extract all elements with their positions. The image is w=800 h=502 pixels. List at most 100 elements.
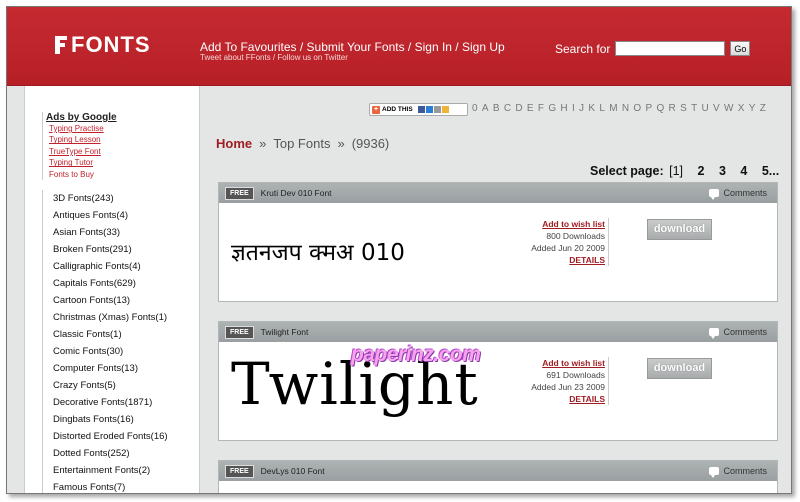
- comment-bubble-icon: [709, 467, 720, 478]
- alphabet-link[interactable]: B: [493, 103, 500, 114]
- alphabet-link[interactable]: N: [622, 103, 630, 114]
- comment-bubble-icon: [709, 189, 720, 200]
- font-card-header: FREE DevLys 010 Font Comments: [219, 461, 777, 481]
- category-link[interactable]: Famous Fonts(7): [53, 479, 168, 493]
- added-date: Added Jun 20 2009: [531, 243, 605, 253]
- main-content: + ADD THIS 0ABCDEFGHIJKLMNOPQRSTUVWXYZ H…: [202, 86, 791, 493]
- tweet-link[interactable]: Tweet about FFonts: [200, 53, 271, 62]
- wish-list-link[interactable]: Add to wish list: [542, 358, 605, 368]
- top-nav: Add To Favourites / Submit Your Fonts / …: [200, 40, 505, 54]
- breadcrumb-separator: »: [337, 136, 345, 151]
- alphabet-link[interactable]: F: [538, 103, 544, 114]
- download-button[interactable]: download: [647, 219, 712, 240]
- pager-link[interactable]: 2: [698, 164, 705, 178]
- ad-link[interactable]: Typing Tutor: [49, 157, 117, 168]
- alphabet-link[interactable]: L: [599, 103, 605, 114]
- alphabet-link[interactable]: V: [713, 103, 720, 114]
- font-name[interactable]: Kruti Dev 010 Font: [261, 188, 332, 198]
- category-link[interactable]: Dingbats Fonts(16): [53, 411, 168, 428]
- alphabet-link[interactable]: X: [738, 103, 745, 114]
- alphabet-link[interactable]: A: [482, 103, 489, 114]
- alphabet-link[interactable]: D: [515, 103, 523, 114]
- category-link[interactable]: Christmas (Xmas) Fonts(1): [53, 309, 168, 326]
- sidebar: Ads by Google Typing Practise Typing Les…: [24, 86, 200, 493]
- follow-twitter-link[interactable]: Follow us on Twitter: [277, 53, 348, 62]
- added-date: Added Jun 23 2009: [531, 382, 605, 392]
- ads-title[interactable]: Ads by Google: [46, 112, 117, 123]
- addthis-label: ADD THIS: [382, 106, 413, 113]
- comments-link[interactable]: Comments: [709, 466, 767, 478]
- font-name[interactable]: Twilight Font: [261, 327, 309, 337]
- category-link[interactable]: Cartoon Fonts(13): [53, 292, 168, 309]
- details-link[interactable]: DETAILS: [569, 255, 605, 265]
- category-link[interactable]: Capitals Fonts(629): [53, 275, 168, 292]
- alphabet-link[interactable]: P: [645, 103, 652, 114]
- alphabet-link[interactable]: H: [560, 103, 568, 114]
- pager-link[interactable]: 3: [719, 164, 726, 178]
- category-link[interactable]: Crazy Fonts(5): [53, 377, 168, 394]
- alphabet-link[interactable]: S: [680, 103, 687, 114]
- pager-link[interactable]: 4: [740, 164, 747, 178]
- alphabet-link[interactable]: E: [527, 103, 534, 114]
- alphabet-link[interactable]: W: [724, 103, 734, 114]
- sign-in-link[interactable]: Sign In: [415, 40, 452, 54]
- category-link[interactable]: Distorted Eroded Fonts(16): [53, 428, 168, 445]
- alphabet-link[interactable]: I: [572, 103, 575, 114]
- alphabet-link[interactable]: Y: [749, 103, 756, 114]
- font-name[interactable]: DevLys 010 Font: [261, 466, 325, 476]
- category-link[interactable]: Computer Fonts(13): [53, 360, 168, 377]
- browser-page: FONTS Add To Favourites / Submit Your Fo…: [6, 6, 792, 494]
- font-preview[interactable]: ज्ञतनजप क्मअ 010: [231, 235, 405, 267]
- breadcrumb-section[interactable]: Top Fonts: [273, 136, 330, 151]
- pager-link[interactable]: 5...: [762, 164, 779, 178]
- alphabet-link[interactable]: T: [691, 103, 697, 114]
- search-input[interactable]: [615, 41, 726, 56]
- addthis-button[interactable]: + ADD THIS: [369, 103, 468, 116]
- alphabet-link[interactable]: M: [609, 103, 618, 114]
- ad-link[interactable]: Typing Lesson: [49, 134, 117, 145]
- watermark: paperinz.com: [351, 343, 481, 366]
- alphabet-link[interactable]: Q: [656, 103, 664, 114]
- category-link[interactable]: 3D Fonts(243): [53, 190, 168, 207]
- download-button[interactable]: download: [647, 358, 712, 379]
- category-link[interactable]: Calligraphic Fonts(4): [53, 258, 168, 275]
- alphabet-link[interactable]: G: [548, 103, 556, 114]
- site-logo[interactable]: FONTS: [55, 32, 151, 58]
- ad-link[interactable]: TrueType Font: [49, 146, 117, 157]
- sign-up-link[interactable]: Sign Up: [462, 40, 505, 54]
- alphabet-link[interactable]: O: [633, 103, 641, 114]
- alphabet-nav: 0ABCDEFGHIJKLMNOPQRSTUVWXYZ: [472, 103, 770, 114]
- category-link[interactable]: Asian Fonts(33): [53, 224, 168, 241]
- submit-fonts-link[interactable]: Submit Your Fonts: [307, 40, 405, 54]
- star-icon: [441, 106, 449, 113]
- wish-list-link[interactable]: Add to wish list: [542, 219, 605, 229]
- alphabet-link[interactable]: 0: [472, 103, 478, 114]
- category-link[interactable]: Antiques Fonts(4): [53, 207, 168, 224]
- comments-link[interactable]: Comments: [709, 188, 767, 200]
- ad-link[interactable]: Typing Practise: [49, 123, 117, 134]
- alphabet-link[interactable]: J: [579, 103, 584, 114]
- category-link[interactable]: Decorative Fonts(1871): [53, 394, 168, 411]
- category-link[interactable]: Dotted Fonts(252): [53, 445, 168, 462]
- details-link[interactable]: DETAILS: [569, 394, 605, 404]
- pager-label: Select page:: [590, 164, 664, 178]
- alphabet-link[interactable]: R: [669, 103, 677, 114]
- alphabet-link[interactable]: K: [588, 103, 595, 114]
- comments-label: Comments: [723, 188, 767, 198]
- font-card-header: FREE Twilight Font Comments: [219, 322, 777, 342]
- comments-link[interactable]: Comments: [709, 327, 767, 339]
- go-button[interactable]: Go: [730, 41, 751, 56]
- alphabet-link[interactable]: U: [701, 103, 709, 114]
- alphabet-link[interactable]: Z: [760, 103, 766, 114]
- font-card: FREE Twilight Font Comments Twilight Add…: [218, 321, 778, 441]
- breadcrumb-home[interactable]: Home: [216, 136, 252, 151]
- ad-link[interactable]: Fonts to Buy: [49, 169, 117, 180]
- category-link[interactable]: Entertainment Fonts(2): [53, 462, 168, 479]
- alphabet-link[interactable]: C: [504, 103, 512, 114]
- font-card: FREE DevLys 010 Font Comments: [218, 460, 778, 493]
- search-label: Search for: [555, 41, 611, 56]
- category-link[interactable]: Broken Fonts(291): [53, 241, 168, 258]
- category-link[interactable]: Comic Fonts(30): [53, 343, 168, 360]
- category-link[interactable]: Classic Fonts(1): [53, 326, 168, 343]
- add-favourites-link[interactable]: Add To Favourites: [200, 40, 297, 54]
